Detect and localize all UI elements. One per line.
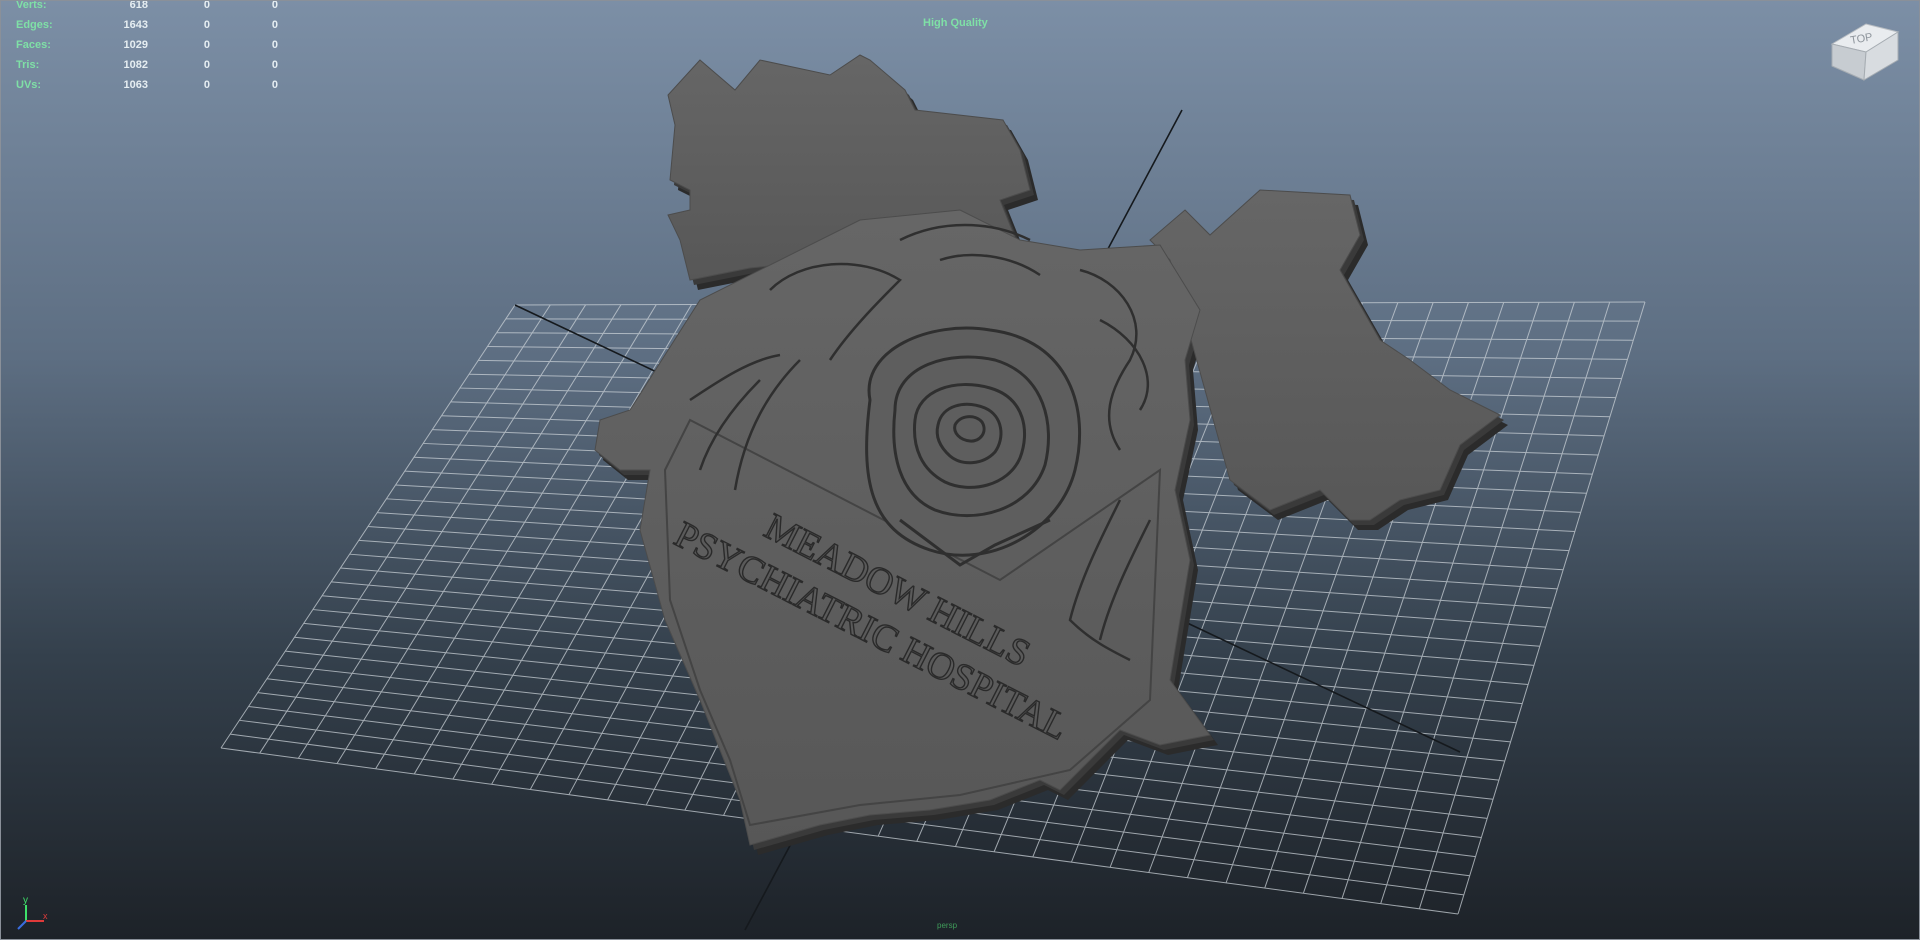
hud-label: Edges:: [16, 19, 53, 31]
hud-label: Verts:: [16, 0, 47, 11]
axis-gizmo-icon: y x: [12, 893, 52, 933]
hud-value: 1082: [123, 59, 148, 71]
axis-x-label: x: [43, 911, 48, 921]
hud-row-edges: Edges: 1643 0 0: [16, 15, 278, 35]
hud-value: 1643: [123, 19, 148, 31]
poly-count-hud: Verts: 618 0 0 Edges: 1643 0 0 Faces: 10…: [16, 0, 278, 95]
hud-value: 1029: [123, 39, 148, 51]
viewport-3d[interactable]: MEADOW HILLS PSYCHIATRIC HOSPITAL Verts:…: [0, 0, 1920, 940]
emblem-model[interactable]: [594, 54, 1508, 855]
hud-value: 0: [203, 0, 210, 11]
viewcube-icon[interactable]: TOP: [1826, 10, 1906, 90]
hud-row-faces: Faces: 1029 0 0: [16, 35, 278, 55]
hud-value: 0: [203, 39, 210, 51]
quality-label: High Quality: [923, 17, 988, 29]
hud-label: Tris:: [16, 59, 40, 71]
hud-value: 0: [203, 59, 210, 71]
hud-value: 0: [271, 59, 278, 71]
scene-svg[interactable]: [0, 0, 1920, 940]
hud-value: 1063: [123, 79, 148, 91]
hud-value: 0: [203, 19, 210, 31]
hud-row-tris: Tris: 1082 0 0: [16, 55, 278, 75]
hud-value: 0: [271, 39, 278, 51]
hud-label: UVs:: [16, 79, 42, 91]
hud-row-verts: Verts: 618 0 0: [16, 0, 278, 15]
hud-value: 0: [203, 79, 210, 91]
hud-value: 0: [271, 79, 278, 91]
axis-y-label: y: [23, 895, 28, 906]
hud-value: 0: [271, 19, 278, 31]
camera-label: persp: [937, 921, 958, 930]
hud-value: 0: [271, 0, 278, 11]
hud-row-uvs: UVs: 1063 0 0: [16, 75, 278, 95]
hud-value: 618: [129, 0, 148, 11]
hud-label: Faces:: [16, 39, 51, 51]
